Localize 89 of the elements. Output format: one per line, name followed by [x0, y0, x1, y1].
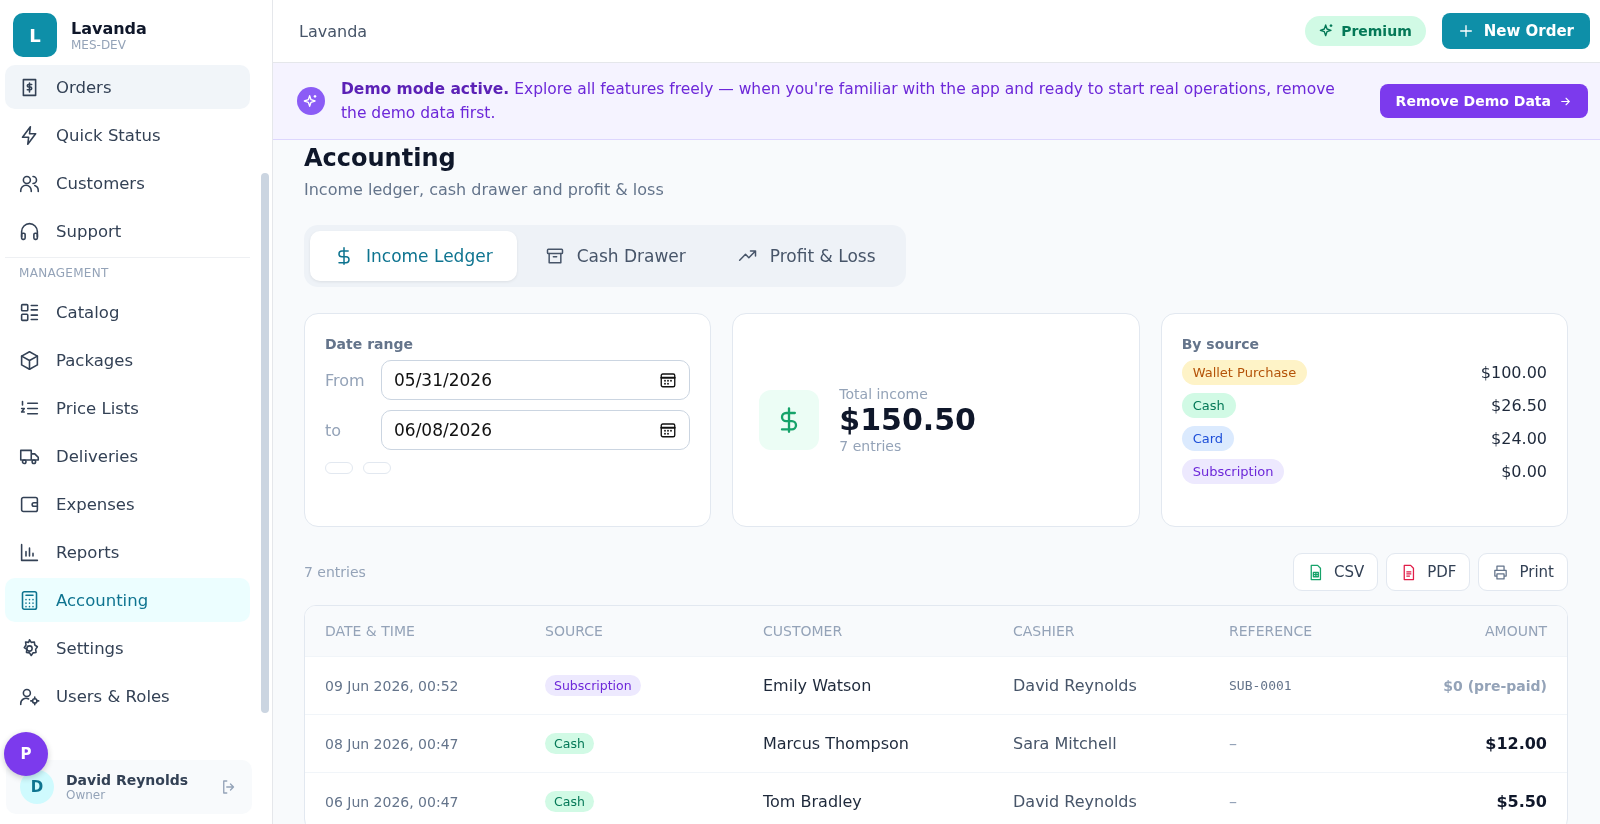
- app-name: Lavanda: [71, 18, 147, 38]
- table-cell-text: Tom Bradley: [763, 792, 863, 811]
- demo-message: Demo mode active. Explore all features freely — when you're familiar with the app and ready to start real operations, remove the demo data first.: [341, 79, 1336, 124]
- sidebar-item[interactable]: Price Lists: [5, 386, 250, 430]
- page-title: Accounting: [304, 144, 457, 172]
- pdf-button[interactable]: PDF: [1386, 553, 1471, 591]
- source-amount: $26.50: [1491, 396, 1547, 415]
- sidebar-item[interactable]: Settings: [5, 626, 250, 670]
- table-cell-text: David Reynolds: [1013, 676, 1138, 695]
- table-cell-text: $5.50: [1495, 792, 1547, 811]
- table-cell-text: David Reynolds: [1013, 792, 1138, 811]
- sidebar-item[interactable]: Support: [5, 209, 250, 253]
- user-avatar: D: [20, 770, 54, 804]
- sidebar-item[interactable]: Packages: [5, 338, 250, 382]
- source-tag: Subscription: [1181, 459, 1285, 484]
- date-field[interactable]: 05/31/2026: [381, 360, 691, 400]
- bar-chart-icon: [19, 541, 40, 563]
- grid-list-icon: [19, 301, 40, 323]
- table-cell-text: –: [1229, 792, 1238, 811]
- user-role: Owner: [66, 788, 107, 802]
- new-order-button[interactable]: New Order: [1441, 13, 1590, 49]
- field-label: to: [325, 420, 343, 440]
- calendar-icon[interactable]: [659, 371, 678, 389]
- workspace-name: MES-DEV: [71, 37, 127, 52]
- headphones-icon: [19, 220, 40, 242]
- source-tag: Subscription: [545, 675, 641, 696]
- plus-icon: [1457, 23, 1474, 39]
- calendar-icon[interactable]: [659, 421, 678, 439]
- table-cell-text: 06 Jun 2026, 00:47: [325, 793, 460, 810]
- box-icon: [19, 349, 40, 371]
- entries-count: 7 entries: [839, 438, 903, 454]
- source-tag: Card: [1181, 426, 1235, 451]
- total-label: Total income: [839, 386, 929, 402]
- source-amount: $24.00: [1491, 429, 1547, 448]
- archive-box-icon: [544, 246, 565, 266]
- card-title: Date range: [325, 336, 414, 352]
- sidebar-item[interactable]: Reports: [5, 530, 250, 574]
- page-header-title: Lavanda: [299, 21, 368, 41]
- sidebar-item[interactable]: Catalog: [5, 290, 250, 334]
- print-button[interactable]: Print: [1478, 553, 1568, 591]
- table-cell-text: 09 Jun 2026, 00:52: [325, 677, 460, 694]
- calculator-icon: [19, 589, 40, 611]
- column-header: CUSTOMER: [763, 623, 844, 639]
- section-heading: MANAGEMENT: [18, 266, 110, 282]
- remove-demo-data-button[interactable]: Remove Demo Data: [1379, 84, 1588, 118]
- sidebar-item[interactable]: Deliveries: [5, 434, 250, 478]
- scrollbar[interactable]: [261, 173, 269, 713]
- table-cell-text: SUB-0001: [1229, 678, 1293, 693]
- sidebar-item[interactable]: Accounting: [5, 578, 250, 622]
- floating-avatar-button[interactable]: P: [4, 732, 48, 776]
- sidebar-item[interactable]: Expenses: [5, 482, 250, 526]
- sparkle-icon: [297, 87, 325, 115]
- table-cell-text: 08 Jun 2026, 00:47: [325, 735, 460, 752]
- table-cell-text: Emily Watson: [763, 676, 873, 695]
- source-tag: Cash: [1181, 393, 1236, 418]
- source-amount: $0.00: [1501, 462, 1547, 481]
- column-header: REFERENCE: [1229, 623, 1314, 639]
- card-title: By source: [1181, 336, 1260, 352]
- date-field[interactable]: 06/08/2026: [381, 410, 691, 450]
- source-amount: $100.00: [1480, 363, 1547, 382]
- tab[interactable]: Cash Drawer: [520, 231, 710, 281]
- premium-badge[interactable]: Premium: [1305, 16, 1426, 46]
- table-cell-text: $12.00: [1484, 734, 1547, 753]
- sidebar-item[interactable]: Users & Roles: [5, 674, 250, 718]
- field-label: From: [325, 370, 365, 390]
- table-cell-text: –: [1229, 734, 1238, 753]
- column-header: CASHIER: [1013, 623, 1076, 639]
- source-tag: Cash: [545, 733, 594, 754]
- table-cell-text: Sara Mitchell: [1013, 734, 1118, 753]
- sidebar-item[interactable]: Orders: [5, 65, 250, 109]
- sidebar-item[interactable]: Customers: [5, 161, 250, 205]
- sidebar-item[interactable]: Quick Status: [5, 113, 250, 157]
- logo-badge: L: [13, 13, 57, 57]
- entries-count: 7 entries: [304, 564, 366, 580]
- table-cell-text: Marcus Thompson: [763, 734, 910, 753]
- page-subtitle: Income ledger, cash drawer and profit & loss: [304, 180, 665, 199]
- printer-icon: [1492, 563, 1510, 581]
- column-header: SOURCE: [545, 623, 604, 639]
- csv-button[interactable]: CSV: [1293, 553, 1379, 591]
- column-header: AMOUNT: [1484, 623, 1547, 639]
- total-amount: $150.50: [839, 402, 976, 438]
- table-cell-text: $0 (pre-paid): [1442, 677, 1547, 694]
- source-tag: Wallet Purchase: [1181, 360, 1308, 385]
- tab[interactable]: Profit & Loss: [713, 231, 900, 281]
- user-name: David Reynolds: [66, 772, 190, 788]
- tab[interactable]: Income Ledger: [310, 231, 517, 281]
- source-tag: Cash: [545, 791, 594, 812]
- dollar-icon: [759, 390, 820, 450]
- column-header: DATE & TIME: [325, 623, 416, 639]
